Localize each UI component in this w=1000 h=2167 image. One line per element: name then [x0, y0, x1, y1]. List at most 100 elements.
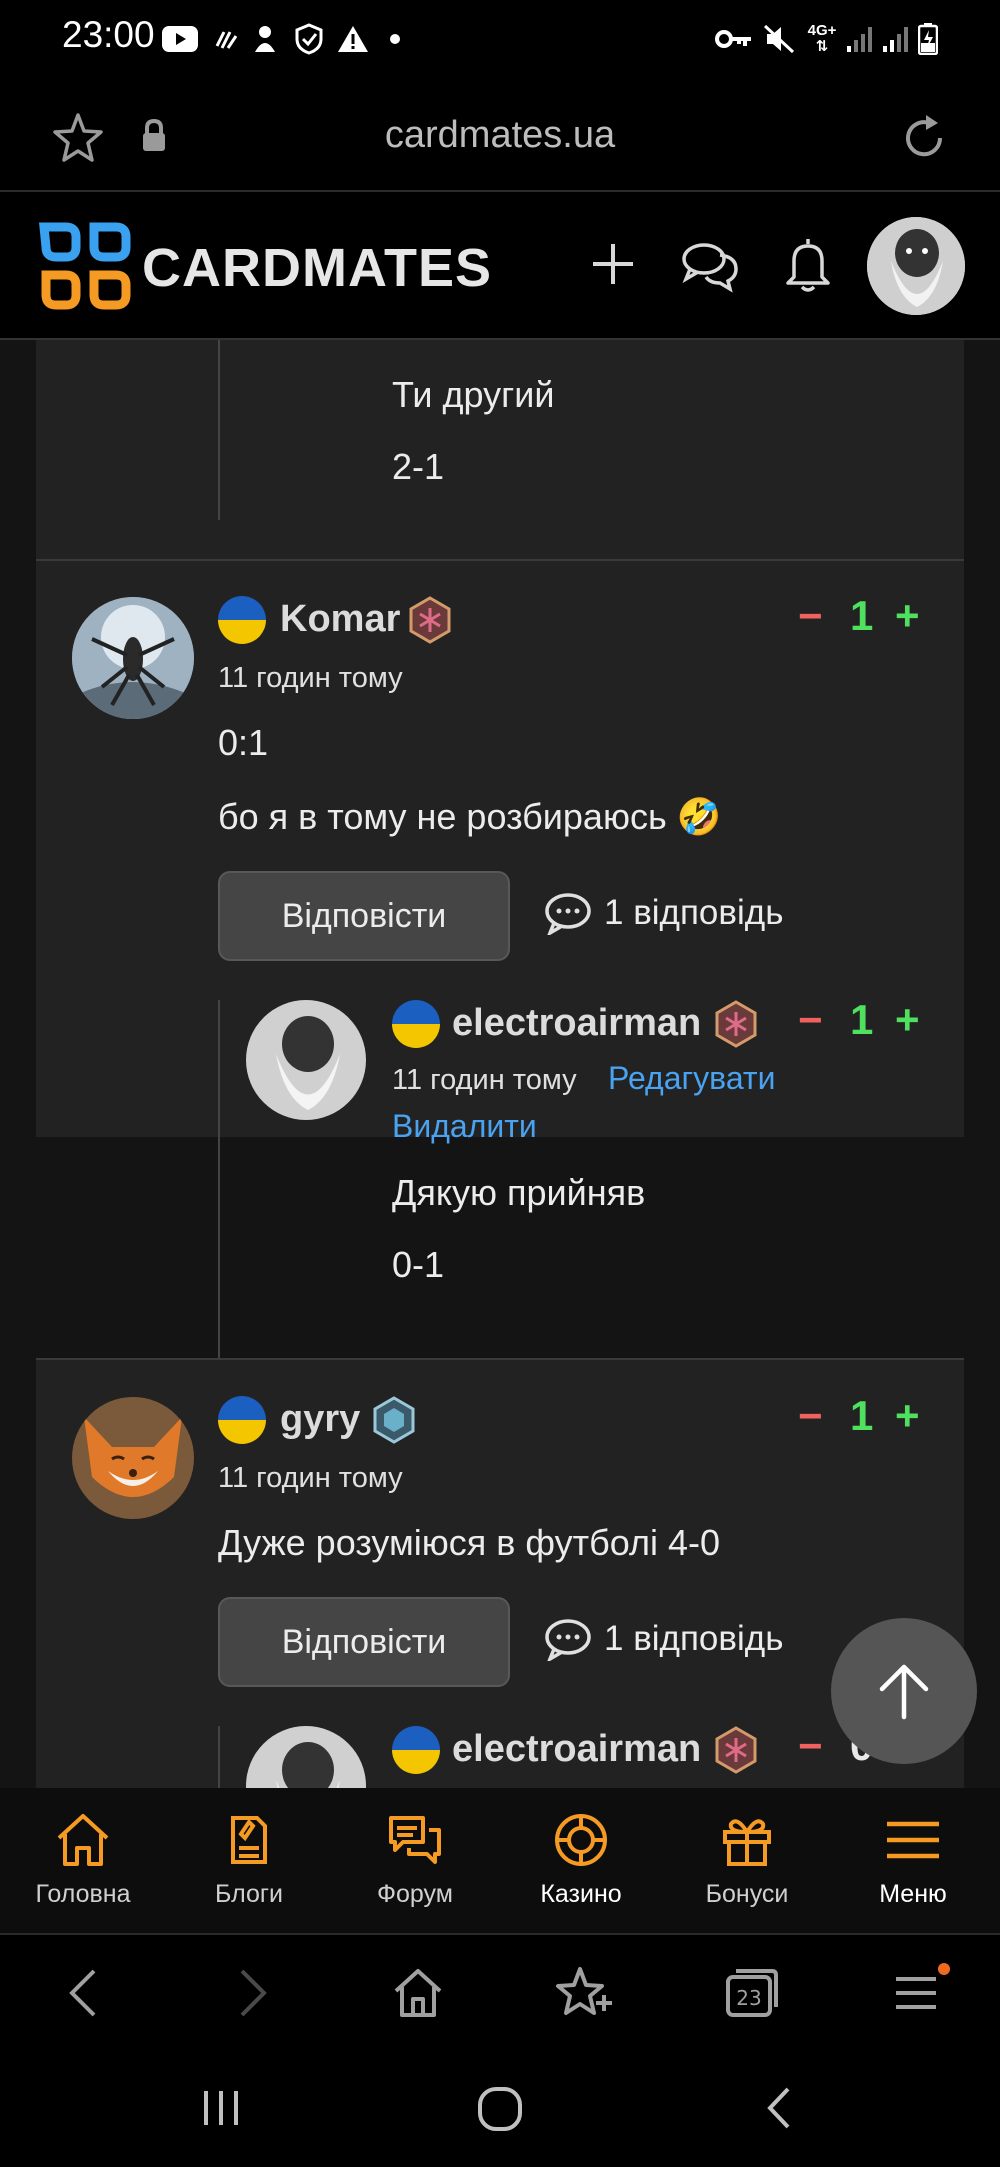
nav-label: Меню — [879, 1880, 947, 1908]
nav-item-home[interactable]: Головна — [0, 1788, 166, 1935]
ukraine-flag-icon — [218, 596, 266, 644]
comment-username[interactable]: Komar — [280, 598, 400, 641]
nav-item-bonuses[interactable]: Бонуси — [664, 1788, 830, 1935]
menu-icon — [887, 1821, 939, 1859]
signal-swirl-icon — [212, 22, 242, 56]
gift-icon — [723, 1819, 771, 1866]
ukraine-flag-icon — [218, 1396, 266, 1444]
nav-label: Казино — [540, 1880, 622, 1908]
nav-item-casino[interactable]: Казино — [498, 1788, 664, 1935]
app-notification-icon — [250, 22, 280, 56]
comments-section: Ти другий 2-1 Komar − 1 + 11 годин тому … — [0, 340, 1000, 1788]
thread-line — [218, 340, 220, 520]
gyry-avatar[interactable] — [72, 1397, 194, 1519]
shield-check-icon — [292, 22, 326, 56]
reply-button[interactable]: Відповісти — [218, 871, 510, 961]
replies-count-label: 1 відповідь — [604, 893, 784, 932]
status-bar: 23:00 4G+ ⇅ — [0, 0, 1000, 78]
network-4g-icon: 4G+ ⇅ — [807, 22, 837, 55]
android-back-icon[interactable] — [756, 2083, 806, 2133]
url-field[interactable]: cardmates.ua — [0, 114, 1000, 157]
site-header: CARDMATES — [0, 193, 1000, 340]
android-nav-bar — [0, 2053, 1000, 2167]
comment-text: Дуже розуміюся в футболі 4-0 — [218, 1522, 720, 1563]
add-icon[interactable] — [588, 239, 638, 289]
battery-icon — [916, 22, 940, 56]
comment-username[interactable]: electroairman — [452, 1728, 701, 1771]
youtube-notification-icon — [160, 22, 200, 56]
browser-address-bar: cardmates.ua — [0, 78, 1000, 192]
key-icon — [714, 22, 754, 56]
replies-toggle[interactable]: 1 відповідь — [544, 1617, 783, 1661]
vote-count: 1 — [850, 1392, 874, 1439]
reply-button[interactable]: Відповісти — [218, 1597, 510, 1687]
electroairman-avatar[interactable] — [246, 1000, 366, 1120]
arrow-up-icon — [879, 1664, 929, 1720]
upvote-button[interactable]: + — [895, 996, 920, 1044]
brand-name[interactable]: CARDMATES — [142, 237, 492, 299]
downvote-button[interactable]: − — [798, 1722, 823, 1770]
android-home-icon[interactable] — [474, 2083, 526, 2135]
more-notifications-dot-icon — [388, 22, 402, 56]
downvote-button[interactable]: − — [798, 996, 823, 1044]
scroll-to-top-button[interactable] — [831, 1618, 977, 1764]
downvote-button[interactable]: − — [798, 592, 823, 640]
downvote-button[interactable]: − — [798, 1392, 823, 1440]
browser-home-icon[interactable] — [386, 1961, 450, 2025]
comment-text: 0-1 — [392, 1244, 445, 1285]
upvote-button[interactable]: + — [895, 592, 920, 640]
forum-icon — [389, 1816, 441, 1864]
comment-text: бо я в тому не розбираюсь 🤣 — [218, 796, 722, 837]
reload-icon[interactable] — [896, 110, 952, 166]
bookmarks-icon[interactable] — [552, 1961, 616, 2025]
user-avatar[interactable] — [867, 217, 965, 315]
comment-username[interactable]: gyry — [280, 1398, 360, 1441]
tabs-icon[interactable]: 23 — [720, 1961, 784, 2025]
forward-icon[interactable] — [220, 1961, 284, 2025]
blog-icon — [231, 1816, 267, 1864]
rank-badge-icon — [712, 1000, 760, 1048]
comment-time: 11 годин тому — [218, 662, 403, 694]
comment-text: Дякую прийняв — [392, 1172, 646, 1213]
ukraine-flag-icon — [392, 1726, 440, 1774]
signal-strength-icon-2 — [880, 22, 910, 56]
cardmates-logo-icon[interactable] — [36, 217, 134, 315]
rank-badge-icon — [370, 1396, 418, 1444]
signal-strength-icon-1 — [844, 22, 874, 56]
svg-text:23: 23 — [736, 1986, 761, 2010]
replies-toggle[interactable]: 1 відповідь — [544, 891, 783, 935]
comment-time: 11 годин тому — [392, 1064, 577, 1096]
nav-label: Головна — [35, 1880, 131, 1908]
nav-label: Форум — [377, 1880, 453, 1908]
nav-item-menu[interactable]: Меню — [830, 1788, 996, 1935]
browser-toolbar: 23 — [0, 1935, 1000, 2053]
comment-bubble-icon — [545, 1619, 591, 1661]
nav-item-blogs[interactable]: Блоги — [166, 1788, 332, 1935]
rank-badge-icon — [406, 596, 454, 644]
rank-badge-icon — [712, 1726, 760, 1774]
mute-icon — [762, 22, 796, 56]
upvote-button[interactable]: + — [895, 1392, 920, 1440]
notifications-bell-icon[interactable] — [782, 235, 834, 295]
browser-menu-icon[interactable] — [886, 1961, 950, 2025]
comment-reply-fragment — [36, 340, 964, 560]
vote-count: 1 — [850, 996, 874, 1043]
back-icon[interactable] — [52, 1961, 116, 2025]
chat-icon[interactable] — [680, 237, 740, 293]
recent-apps-icon[interactable] — [196, 2083, 246, 2133]
home-icon — [57, 1814, 109, 1866]
nav-item-forum[interactable]: Форум — [332, 1788, 498, 1935]
nav-label: Блоги — [215, 1880, 283, 1908]
comment-bubble-icon — [545, 893, 591, 935]
delete-link[interactable]: Видалити — [392, 1108, 537, 1145]
edit-link[interactable]: Редагувати — [608, 1060, 775, 1097]
comment-text: Ти другий — [392, 374, 555, 415]
casino-icon — [555, 1814, 607, 1866]
komar-avatar[interactable] — [72, 597, 194, 719]
warning-icon — [336, 22, 370, 56]
ukraine-flag-icon — [392, 1000, 440, 1048]
nav-label: Бонуси — [705, 1880, 789, 1908]
comment-time: 11 годин тому — [218, 1462, 403, 1494]
comment-text: 2-1 — [392, 446, 445, 487]
comment-username[interactable]: electroairman — [452, 1002, 701, 1045]
